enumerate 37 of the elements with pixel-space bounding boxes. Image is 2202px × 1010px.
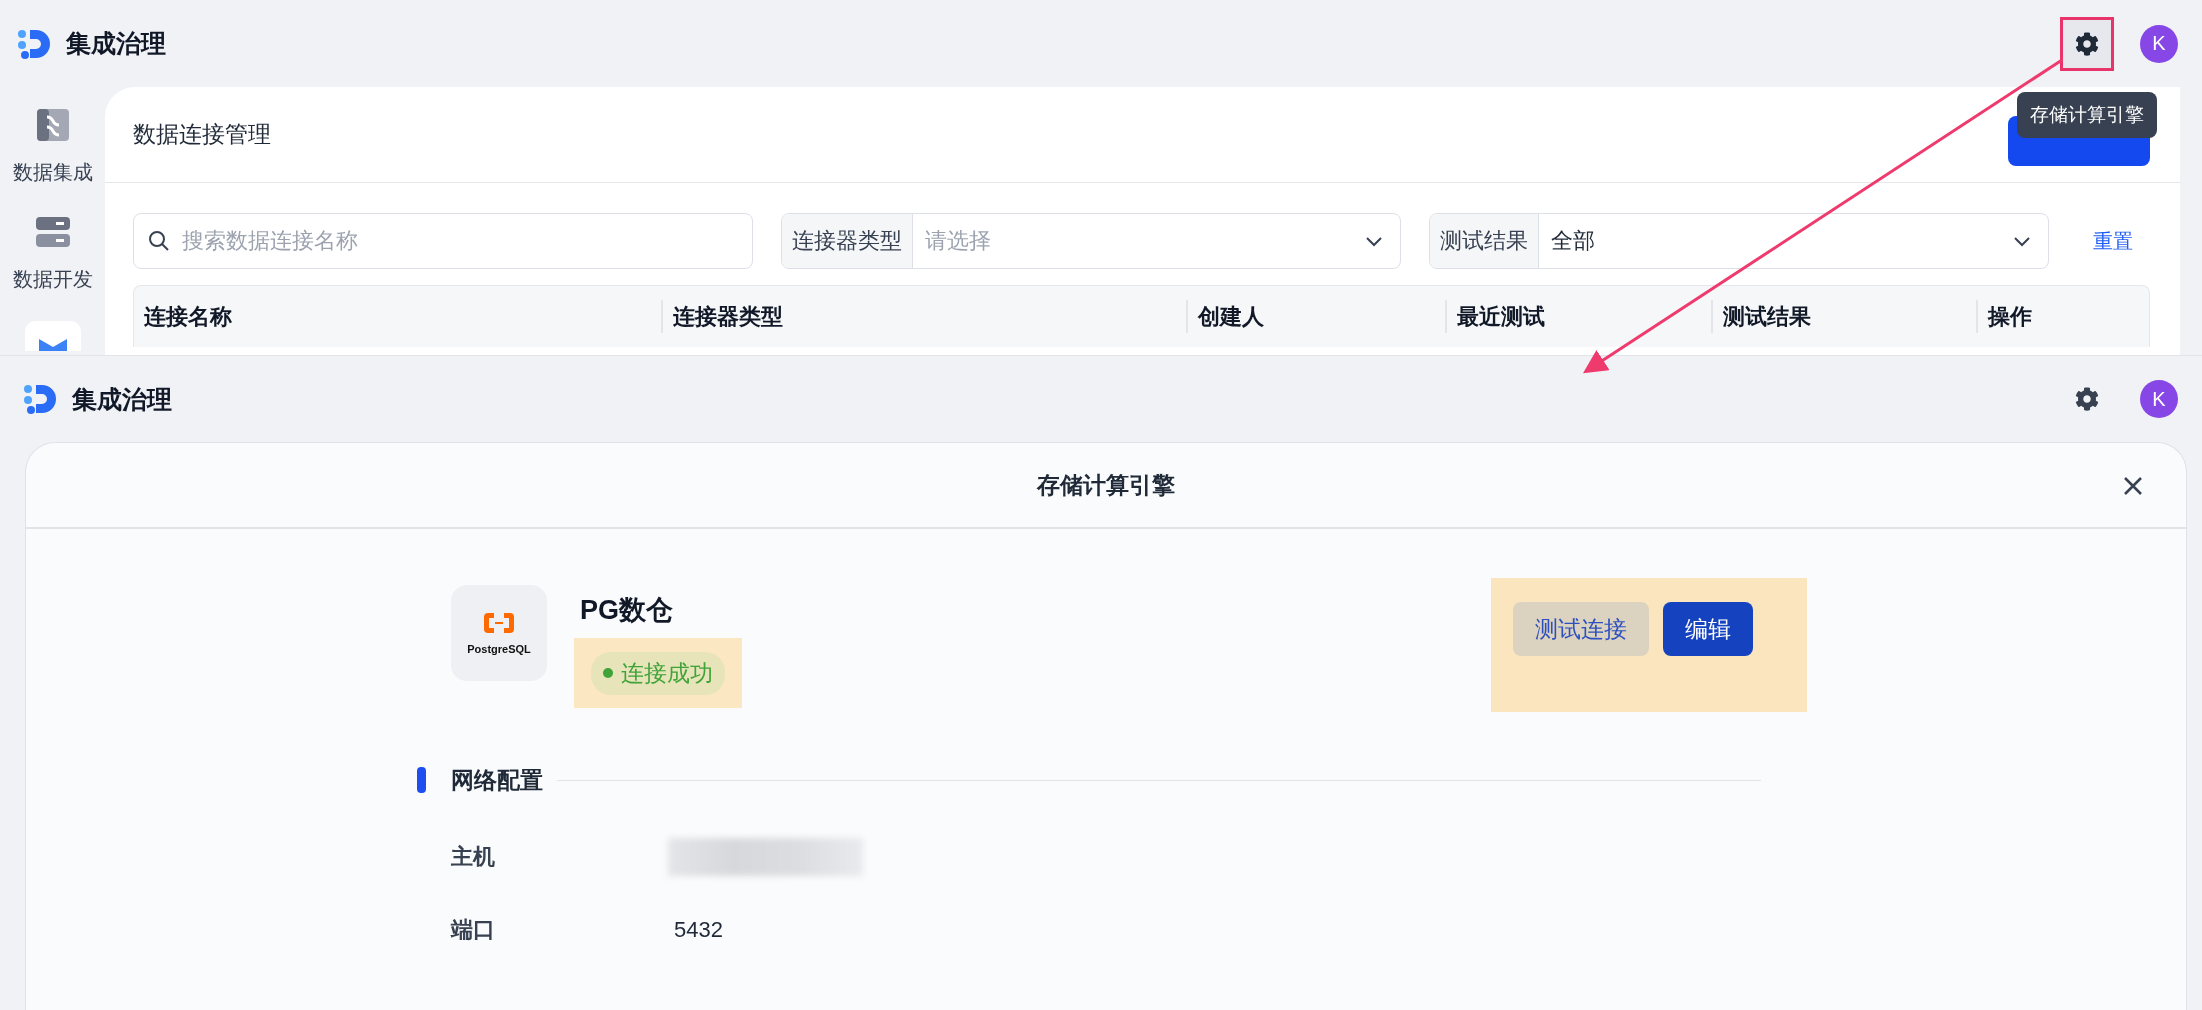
connection-name: PG数仓 xyxy=(580,594,674,627)
page-title: 数据连接管理 xyxy=(133,120,271,149)
settings-button[interactable] xyxy=(2060,16,2114,71)
bracket-logo-icon xyxy=(482,611,516,635)
user-avatar[interactable]: K xyxy=(2140,24,2178,63)
app-title: 集成治理 xyxy=(72,383,172,415)
status-badge: 连接成功 xyxy=(591,651,725,695)
dialog-title: 存储计算引擎 xyxy=(1037,470,1175,500)
column-header: 操作 xyxy=(1976,300,2149,333)
edit-button[interactable]: 编辑 xyxy=(1663,602,1753,656)
column-header: 测试结果 xyxy=(1711,300,1976,333)
column-header: 连接器类型 xyxy=(661,300,1186,333)
search-field[interactable]: 搜索数据连接名称 xyxy=(133,213,753,269)
search-input[interactable]: 搜索数据连接名称 xyxy=(180,227,738,255)
settings-icon xyxy=(2075,31,2099,56)
filter-select[interactable]: 连接器类型 请选择 xyxy=(781,213,1401,269)
test-connection-button[interactable]: 测试连接 xyxy=(1513,602,1649,656)
column-header: 创建人 xyxy=(1186,300,1445,333)
reset-link[interactable]: 重置 xyxy=(2093,227,2133,255)
field-label: 主机 xyxy=(451,842,496,871)
user-avatar[interactable]: K xyxy=(2140,380,2178,418)
filter-select[interactable]: 测试结果 全部 xyxy=(1429,213,2049,269)
field-label: 端口 xyxy=(451,915,496,944)
envelope-icon xyxy=(24,321,81,351)
app-title: 集成治理 xyxy=(66,28,166,59)
tooltip: 存储计算引擎 xyxy=(2017,92,2157,138)
sidebar-item[interactable]: 数据开发 xyxy=(12,266,93,293)
server-icon xyxy=(33,214,72,250)
field-value: 5432 xyxy=(674,916,723,943)
sidebar-item[interactable]: 数据集成 xyxy=(12,159,93,186)
search-icon xyxy=(148,230,170,252)
column-header: 连接名称 xyxy=(143,302,233,331)
column-header: 最近测试 xyxy=(1445,300,1711,333)
logo-caption: PostgreSQL xyxy=(467,643,531,655)
section-marker xyxy=(417,767,426,793)
section-title: 网络配置 xyxy=(451,765,543,795)
settings-icon xyxy=(2075,387,2099,411)
